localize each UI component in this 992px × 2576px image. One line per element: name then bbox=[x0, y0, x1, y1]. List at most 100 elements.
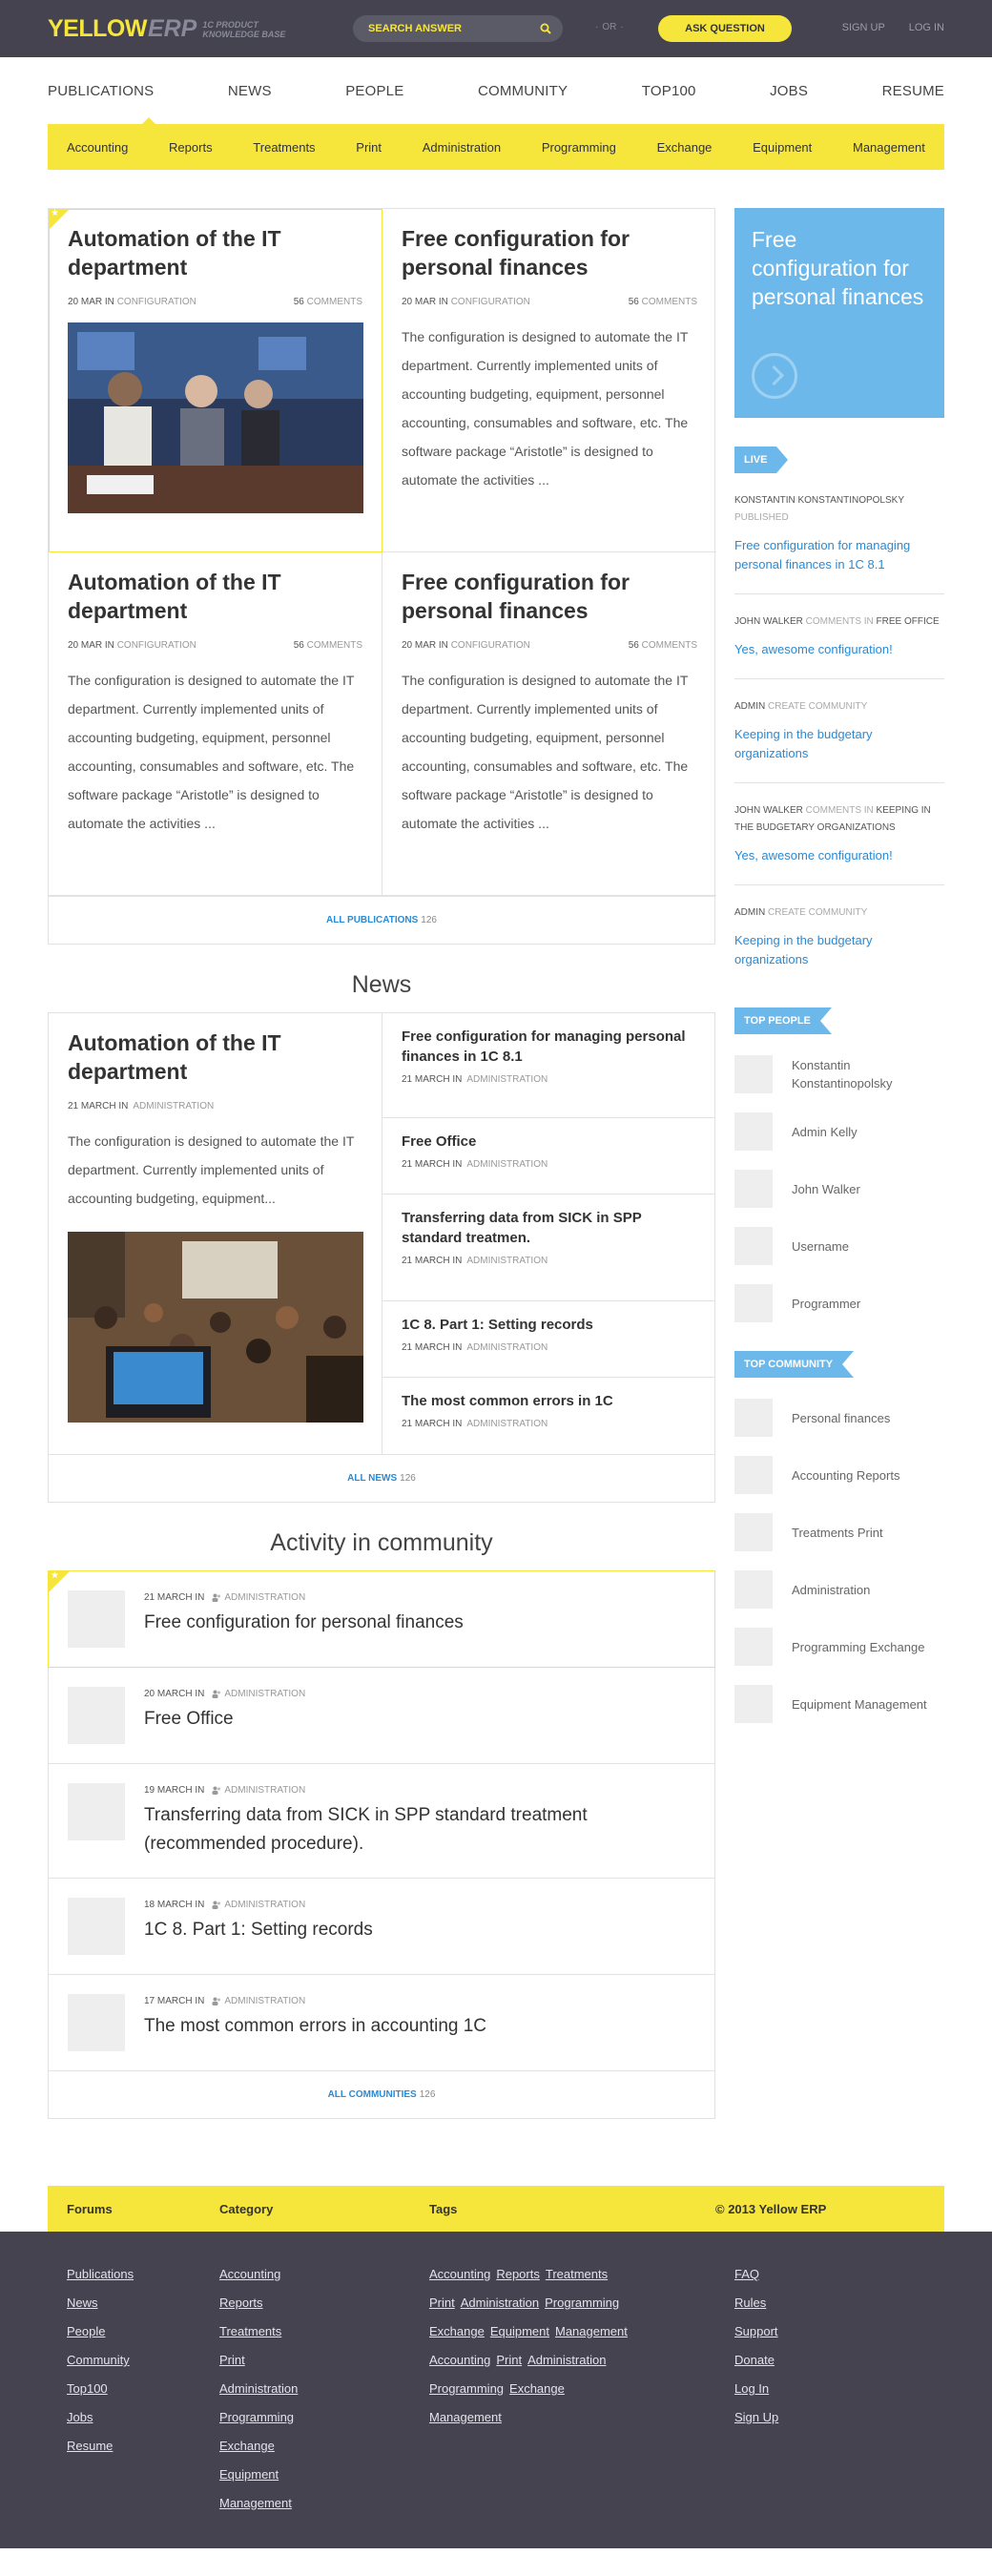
community-thumbnail[interactable] bbox=[68, 1994, 125, 2051]
publication-card[interactable]: ★ Automation of the IT department 20 MAR… bbox=[49, 208, 382, 552]
community-avatar[interactable] bbox=[734, 1570, 773, 1609]
footer-link[interactable]: Sign Up bbox=[734, 2403, 778, 2432]
publication-category[interactable]: CONFIGURATION bbox=[117, 640, 196, 651]
login-link[interactable]: LOG IN bbox=[909, 22, 944, 33]
ask-question-button[interactable]: ASK QUESTION bbox=[658, 15, 792, 42]
comments-label[interactable]: COMMENTS bbox=[642, 297, 697, 307]
publication-card[interactable]: Free configuration for personal finances… bbox=[382, 552, 716, 896]
news-list-item[interactable]: Free Office 21 MARCH IN ADMINISTRATION bbox=[382, 1118, 714, 1195]
search-icon[interactable] bbox=[540, 23, 551, 34]
subnav-print[interactable]: Print bbox=[356, 140, 382, 155]
news-list-item[interactable]: The most common errors in 1C 21 MARCH IN… bbox=[382, 1378, 714, 1454]
top-community-name[interactable]: Treatments Print bbox=[792, 1524, 883, 1542]
community-title[interactable]: Free Office bbox=[144, 1705, 305, 1734]
publication-title[interactable]: Free configuration for personal finances bbox=[402, 224, 697, 281]
footer-tag-link[interactable]: Programming bbox=[545, 2296, 619, 2310]
footer-link[interactable]: Administration bbox=[219, 2375, 298, 2403]
publication-title[interactable]: Automation of the IT department bbox=[68, 224, 362, 281]
publication-category[interactable]: CONFIGURATION bbox=[451, 640, 530, 651]
news-item-category[interactable]: ADMINISTRATION bbox=[466, 1074, 548, 1085]
community-author[interactable]: ADMINISTRATION bbox=[224, 1592, 305, 1603]
publication-category[interactable]: CONFIGURATION bbox=[117, 297, 196, 307]
top-community-item[interactable]: Equipment Management bbox=[734, 1685, 944, 1723]
live-link[interactable]: Free configuration for managing personal… bbox=[734, 536, 944, 574]
footer-tag-link[interactable]: Exchange bbox=[509, 2381, 565, 2396]
promo-title[interactable]: Free configuration for personal finances bbox=[752, 225, 927, 311]
live-link[interactable]: Yes, awesome configuration! bbox=[734, 846, 944, 865]
all-news-link[interactable]: ALL NEWS bbox=[347, 1473, 397, 1484]
community-author[interactable]: ADMINISTRATION bbox=[224, 1900, 305, 1910]
nav-publications[interactable]: PUBLICATIONS bbox=[48, 83, 154, 99]
top-person-item[interactable]: Username bbox=[734, 1227, 944, 1265]
news-list-item[interactable]: Free configuration for managing personal… bbox=[382, 1013, 714, 1118]
top-community-name[interactable]: Administration bbox=[792, 1581, 870, 1599]
community-item[interactable]: 18 MARCH IN ADMINISTRATION 1C 8. Part 1: … bbox=[48, 1879, 715, 1975]
top-person-item[interactable]: Programmer bbox=[734, 1284, 944, 1322]
footer-tag-link[interactable]: Equipment bbox=[490, 2324, 549, 2338]
footer-link[interactable]: Donate bbox=[734, 2346, 778, 2375]
subnav-treatments[interactable]: Treatments bbox=[253, 140, 315, 155]
subnav-management[interactable]: Management bbox=[853, 140, 925, 155]
top-community-item[interactable]: Programming Exchange bbox=[734, 1628, 944, 1666]
top-community-name[interactable]: Accounting Reports bbox=[792, 1466, 899, 1485]
promo-banner[interactable]: Free configuration for personal finances bbox=[734, 208, 944, 418]
nav-top100[interactable]: TOP100 bbox=[642, 83, 696, 99]
footer-link[interactable]: Management bbox=[219, 2489, 298, 2518]
footer-link[interactable]: News bbox=[67, 2289, 134, 2317]
top-community-item[interactable]: Accounting Reports bbox=[734, 1456, 944, 1494]
community-avatar[interactable] bbox=[734, 1685, 773, 1723]
top-community-name[interactable]: Equipment Management bbox=[792, 1695, 927, 1714]
footer-link[interactable]: Top100 bbox=[67, 2375, 134, 2403]
footer-link[interactable]: People bbox=[67, 2317, 134, 2346]
publication-card[interactable]: Free configuration for personal finances… bbox=[382, 209, 716, 552]
news-item-category[interactable]: ADMINISTRATION bbox=[466, 1256, 548, 1266]
footer-link[interactable]: Log In bbox=[734, 2375, 778, 2403]
subnav-exchange[interactable]: Exchange bbox=[657, 140, 713, 155]
footer-tag-link[interactable]: Print bbox=[496, 2353, 522, 2367]
avatar[interactable] bbox=[734, 1055, 773, 1093]
comments-label[interactable]: COMMENTS bbox=[642, 640, 697, 651]
arrow-right-icon[interactable] bbox=[752, 353, 797, 399]
community-title[interactable]: Transferring data from SICK in SPP stand… bbox=[144, 1801, 695, 1859]
community-avatar[interactable] bbox=[734, 1628, 773, 1666]
live-link[interactable]: Keeping in the budgetary organizations bbox=[734, 931, 944, 969]
avatar[interactable] bbox=[734, 1170, 773, 1208]
publication-category[interactable]: CONFIGURATION bbox=[451, 297, 530, 307]
community-title[interactable]: The most common errors in accounting 1C bbox=[144, 2012, 486, 2041]
community-author[interactable]: ADMINISTRATION bbox=[224, 1996, 305, 2006]
publication-title[interactable]: Automation of the IT department bbox=[68, 568, 362, 625]
news-featured[interactable]: Automation of the IT department 21 MARCH… bbox=[49, 1013, 382, 1454]
footer-link[interactable]: Publications bbox=[67, 2260, 134, 2289]
footer-link[interactable]: Rules bbox=[734, 2289, 778, 2317]
top-community-item[interactable]: Personal finances bbox=[734, 1399, 944, 1437]
signup-link[interactable]: SIGN UP bbox=[842, 22, 885, 33]
footer-link[interactable]: Community bbox=[67, 2346, 134, 2375]
community-item[interactable]: 20 MARCH IN ADMINISTRATION Free Office bbox=[48, 1668, 715, 1764]
footer-link[interactable]: Resume bbox=[67, 2432, 134, 2461]
all-publications-link[interactable]: ALL PUBLICATIONS bbox=[326, 915, 418, 925]
top-community-item[interactable]: Treatments Print bbox=[734, 1513, 944, 1551]
nav-people[interactable]: PEOPLE bbox=[345, 83, 403, 99]
logo[interactable]: YELLOW ERP 1C PRODUCT KNOWLEDGE BASE bbox=[48, 15, 285, 43]
footer-tag-link[interactable]: Accounting bbox=[429, 2267, 490, 2281]
footer-tag-link[interactable]: Management bbox=[555, 2324, 628, 2338]
news-item-category[interactable]: ADMINISTRATION bbox=[466, 1159, 548, 1170]
news-item-title[interactable]: The most common errors in 1C bbox=[402, 1391, 695, 1411]
top-person-name[interactable]: Konstantin Konstantinopolsky bbox=[792, 1056, 944, 1092]
footer-link[interactable]: Treatments bbox=[219, 2317, 298, 2346]
community-avatar[interactable] bbox=[734, 1513, 773, 1551]
subnav-administration[interactable]: Administration bbox=[423, 140, 501, 155]
top-person-name[interactable]: John Walker bbox=[792, 1180, 860, 1198]
top-person-item[interactable]: John Walker bbox=[734, 1170, 944, 1208]
news-item-title[interactable]: 1C 8. Part 1: Setting records bbox=[402, 1315, 695, 1335]
footer-tag-link[interactable]: Management bbox=[429, 2410, 502, 2424]
publication-card[interactable]: Automation of the IT department 20 MAR I… bbox=[49, 552, 382, 896]
news-item-title[interactable]: Free configuration for managing personal… bbox=[402, 1027, 695, 1067]
comments-label[interactable]: COMMENTS bbox=[307, 297, 362, 307]
publication-title[interactable]: Free configuration for personal finances bbox=[402, 568, 697, 625]
footer-tag-link[interactable]: Administration bbox=[461, 2296, 539, 2310]
community-thumbnail[interactable] bbox=[68, 1898, 125, 1955]
news-item-category[interactable]: ADMINISTRATION bbox=[466, 1419, 548, 1429]
live-target[interactable]: FREE OFFICE bbox=[877, 616, 940, 627]
community-avatar[interactable] bbox=[734, 1456, 773, 1494]
